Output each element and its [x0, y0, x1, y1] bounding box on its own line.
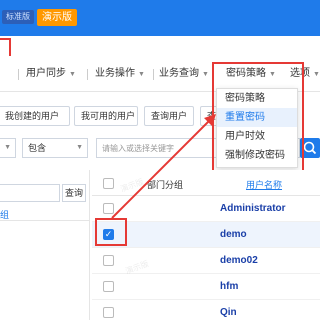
- chevron-down-icon: ▼: [4, 144, 11, 151]
- left-query-button[interactable]: 查询: [62, 184, 86, 202]
- menu-separator: [87, 69, 88, 80]
- top-header-bar: 标准版 演示版: [0, 0, 320, 36]
- row-checkbox[interactable]: [103, 203, 114, 214]
- menu-business-ops[interactable]: 业务操作 ▼: [95, 56, 145, 92]
- demo-badge: 演示版: [37, 9, 77, 26]
- left-pane: 查询 组: [0, 170, 90, 320]
- edition-badge: 标准版: [2, 10, 34, 24]
- table-row[interactable]: Qin: [92, 300, 320, 320]
- row-checkbox[interactable]: [103, 255, 114, 266]
- field-select[interactable]: ▼: [0, 138, 16, 158]
- username-cell: Administrator: [220, 203, 286, 214]
- row-checkbox[interactable]: [103, 281, 114, 292]
- menu-user-sync[interactable]: 用户同步 ▼: [26, 56, 76, 92]
- username-cell: demo02: [220, 255, 258, 266]
- chevron-down-icon: ▼: [202, 71, 209, 78]
- menu-business-query[interactable]: 业务查询 ▼: [159, 56, 209, 92]
- annotation-box-dropdown: [212, 62, 304, 172]
- menu-separator: [18, 69, 19, 80]
- my-created-users-button[interactable]: 我创建的用户: [0, 106, 70, 126]
- left-search-input[interactable]: [0, 184, 60, 202]
- divider: [0, 220, 90, 221]
- chevron-down-icon: ▼: [76, 144, 83, 151]
- menu-label: 业务查询: [159, 68, 199, 79]
- chevron-down-icon: ▼: [138, 71, 145, 78]
- column-header-username[interactable]: 用户名称: [246, 178, 282, 191]
- table-row[interactable]: hfm: [92, 274, 320, 300]
- chevron-down-icon: ▼: [313, 71, 320, 78]
- menu-separator: [153, 69, 154, 80]
- menu-label: 业务操作: [95, 68, 135, 79]
- column-header-dept[interactable]: 部门分组: [147, 178, 183, 191]
- condition-select[interactable]: 包含 ▼: [22, 138, 88, 158]
- row-checkbox[interactable]: [103, 307, 114, 318]
- condition-value: 包含: [28, 143, 47, 153]
- my-available-users-button[interactable]: 我可用的用户: [74, 106, 138, 126]
- query-users-button[interactable]: 查询用户: [144, 106, 194, 126]
- select-all-checkbox[interactable]: [103, 178, 114, 189]
- annotation-box-checkbox: [95, 218, 127, 246]
- menu-label: 用户同步: [26, 68, 66, 79]
- username-cell: Qin: [220, 307, 237, 318]
- username-cell: hfm: [220, 281, 239, 292]
- chevron-down-icon: ▼: [69, 71, 76, 78]
- username-cell: demo: [220, 229, 247, 240]
